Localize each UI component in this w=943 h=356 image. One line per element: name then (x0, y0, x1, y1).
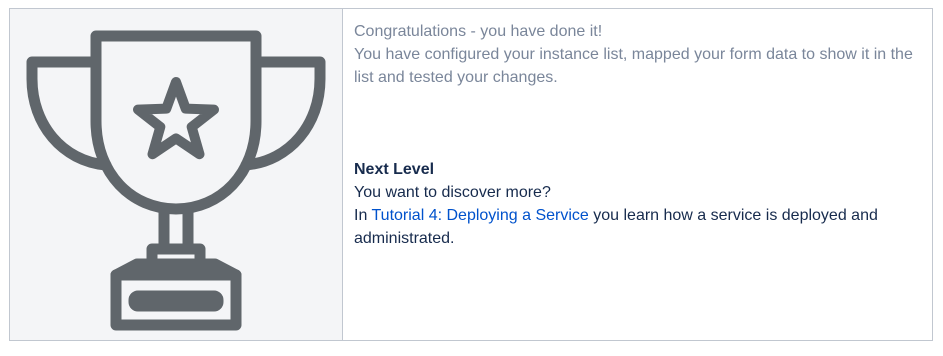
tutorial-4-link[interactable]: Tutorial 4: Deploying a Service (372, 207, 589, 224)
next-level-heading: Next Level (354, 161, 435, 178)
trophy-icon (26, 30, 326, 331)
discover-more-text: You want to discover more? (354, 184, 551, 201)
tutorial-sentence: In Tutorial 4: Deploying a Service you l… (354, 204, 922, 250)
summary-text: You have configured your instance list, … (354, 46, 913, 86)
message-cell: Congratulations - you have done it! You … (343, 9, 932, 340)
trophy-cell (10, 9, 343, 340)
tutorial-prefix: In (354, 207, 372, 224)
star-icon (133, 77, 219, 160)
congratulations-text: Congratulations - you have done it! (354, 23, 603, 40)
content-table: Congratulations - you have done it! You … (9, 8, 933, 341)
